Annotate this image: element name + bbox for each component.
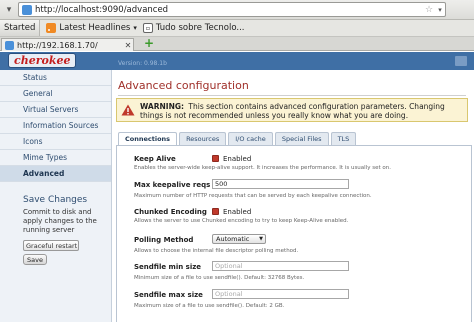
- page-icon: ▫: [142, 23, 153, 33]
- sidebar-item-mime-types[interactable]: Mime Types: [0, 150, 111, 166]
- sendfile-min-label: Sendfile min size: [134, 263, 202, 271]
- browser-toolbar: ▾ http://localhost:9090/advanced ☆ ▾: [0, 0, 474, 20]
- polling-method-description: Allows to choose the internal file descr…: [134, 248, 299, 254]
- connections-panel: Keep Alive Enabled Enables the server-wi…: [116, 145, 472, 322]
- sidebar-item-information-sources[interactable]: Information Sources: [0, 118, 111, 134]
- tab-favicon-icon: [5, 40, 14, 50]
- max-keepalive-input[interactable]: 500: [212, 179, 349, 189]
- rss-icon: [46, 23, 57, 33]
- bookmarks-toolbar: Started Latest Headlines ▾ ▫ Tudo sobre …: [0, 20, 474, 37]
- title-divider: [118, 95, 466, 96]
- max-keepalive-description: Maximum number of HTTP requests that can…: [134, 193, 372, 199]
- sidebar-item-virtual-servers[interactable]: Virtual Servers: [0, 102, 111, 118]
- polling-method-select[interactable]: Automatic ▼: [212, 234, 266, 244]
- keep-alive-description: Enables the server-wide keep-alive suppo…: [134, 165, 391, 171]
- polling-method-value: Automatic: [216, 235, 250, 243]
- site-favicon-icon: [22, 4, 32, 15]
- page-title: Advanced configuration: [118, 79, 249, 92]
- sendfile-min-description: Minimum size of a file to use sendfile()…: [134, 275, 305, 281]
- warning-box: WARNING: This section contains advanced …: [116, 98, 468, 122]
- tab-io-cache[interactable]: I/O cache: [228, 132, 273, 145]
- sidebar: Status General Virtual Servers Informati…: [0, 70, 112, 322]
- url-input[interactable]: http://localhost:9090/advanced ☆ ▾: [18, 2, 446, 17]
- save-changes-title: Save Changes: [23, 195, 88, 205]
- bookmark-started[interactable]: Started: [0, 20, 41, 36]
- main-content: Advanced configuration WARNING: This sec…: [112, 70, 474, 322]
- url-text: http://localhost:9090/advanced: [35, 4, 169, 15]
- sidebar-item-general[interactable]: General: [0, 86, 111, 102]
- max-keepalive-label: Max keepalive reqs: [134, 181, 211, 189]
- sendfile-max-label: Sendfile max size: [134, 291, 203, 299]
- save-button[interactable]: Save: [23, 254, 47, 265]
- sendfile-max-input[interactable]: Optional: [212, 289, 349, 299]
- close-tab-icon[interactable]: ✕: [123, 41, 133, 50]
- sendfile-min-input[interactable]: Optional: [212, 261, 349, 271]
- warning-text: WARNING: This section contains advanced …: [140, 102, 463, 120]
- chunked-encoding-value: Enabled: [223, 208, 252, 216]
- keep-alive-label: Keep Alive: [134, 155, 176, 163]
- url-dropdown-icon[interactable]: ▾: [2, 3, 16, 17]
- cherokee-admin-page: cherokee Version: 0.98.1b Status General…: [0, 52, 474, 322]
- chunked-encoding-description: Allows the server to use Chunked encodin…: [134, 218, 349, 224]
- warning-label: WARNING:: [140, 102, 185, 111]
- chunked-encoding-checkbox[interactable]: [212, 208, 219, 215]
- polling-method-label: Polling Method: [134, 236, 194, 244]
- cherokee-logo[interactable]: cherokee: [8, 53, 77, 68]
- sendfile-max-description: Maximum size of a file to use sendfile()…: [134, 303, 285, 309]
- keep-alive-checkbox[interactable]: [212, 155, 219, 162]
- bookmark-tudo-sobre[interactable]: ▫ Tudo sobre Tecnolo...: [142, 23, 245, 33]
- tab-special-files[interactable]: Special Files: [274, 132, 329, 145]
- app-header: cherokee Version: 0.98.1b: [0, 52, 474, 70]
- history-dropdown-icon[interactable]: ▾: [435, 6, 445, 14]
- tab-tls[interactable]: TLS: [330, 132, 357, 145]
- sidebar-item-status[interactable]: Status: [0, 70, 111, 86]
- chevron-down-icon: ▾: [133, 24, 137, 32]
- tab-connections[interactable]: Connections: [118, 132, 178, 145]
- browser-tab-bar: http://192.168.1.70/ ✕ +: [0, 37, 474, 51]
- tab-resources[interactable]: Resources: [179, 132, 227, 145]
- save-changes-panel: Save Changes Commit to disk and apply ch…: [23, 195, 109, 265]
- save-changes-text: Commit to disk and apply changes to the …: [23, 208, 97, 234]
- bookmark-latest-headlines[interactable]: Latest Headlines ▾: [46, 23, 137, 33]
- bookmark-star-icon[interactable]: ☆: [423, 5, 435, 15]
- header-icon: [455, 56, 467, 66]
- keep-alive-value: Enabled: [223, 155, 252, 163]
- sidebar-item-icons[interactable]: Icons: [0, 134, 111, 150]
- chunked-encoding-label: Chunked Encoding: [134, 208, 207, 216]
- new-tab-plus-icon[interactable]: +: [143, 37, 155, 50]
- browser-tab[interactable]: http://192.168.1.70/ ✕: [1, 38, 134, 51]
- chevron-down-icon: ▼: [259, 236, 263, 242]
- bookmark-tudo-sobre-label: Tudo sobre Tecnolo...: [155, 23, 245, 33]
- warning-icon: [121, 104, 135, 116]
- sidebar-item-advanced[interactable]: Advanced: [0, 166, 111, 182]
- tab-title: http://192.168.1.70/: [17, 40, 98, 50]
- bookmark-latest-headlines-label: Latest Headlines: [59, 23, 131, 33]
- warning-message: This section contains advanced configura…: [140, 102, 445, 120]
- restart-mode-select[interactable]: Graceful restart: [23, 240, 79, 251]
- settings-tabs: Connections Resources I/O cache Special …: [118, 132, 358, 145]
- app-version: Version: 0.98.1b: [118, 60, 167, 67]
